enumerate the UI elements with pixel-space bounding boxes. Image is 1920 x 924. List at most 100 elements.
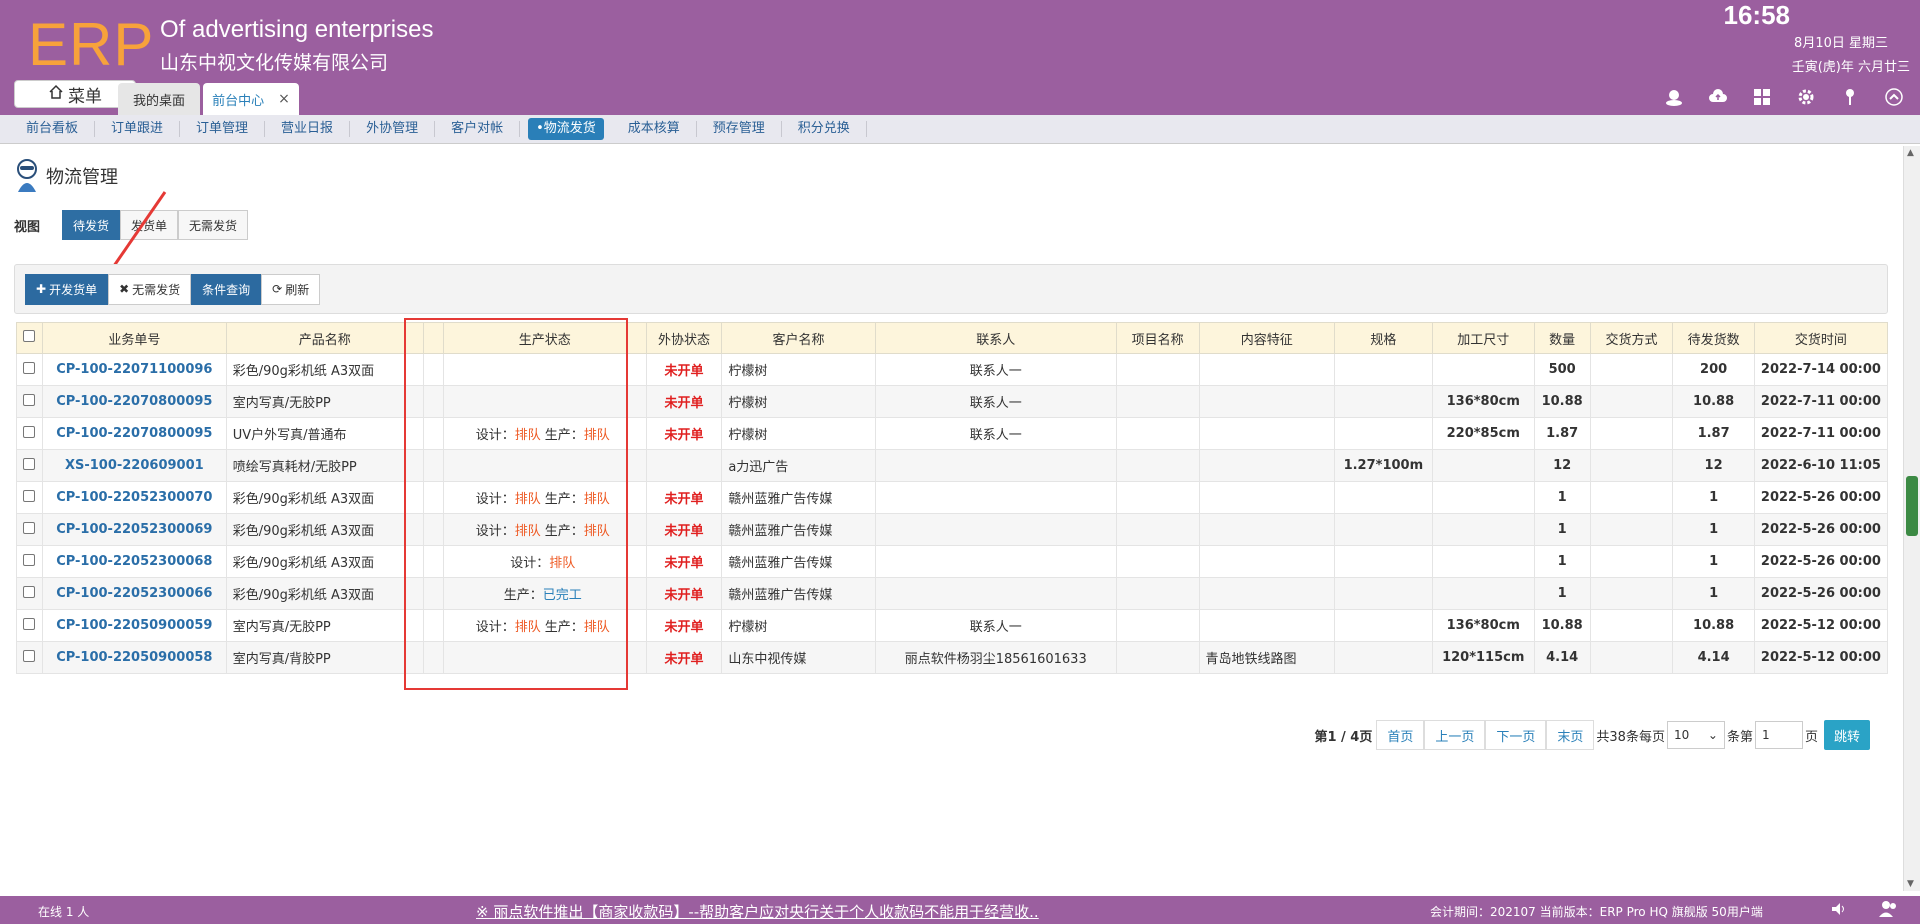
- row-checkbox[interactable]: [16, 353, 43, 386]
- delivery-method-cell: [1589, 641, 1674, 674]
- col-production-status[interactable]: 生产状态: [442, 322, 647, 354]
- order-no-cell[interactable]: CP-100-22050900059: [41, 609, 227, 642]
- row-checkbox[interactable]: [16, 545, 43, 578]
- scroll-up-icon[interactable]: ▲: [1907, 148, 1914, 158]
- first-page-button[interactable]: 首页: [1376, 720, 1425, 750]
- table-row[interactable]: CP-100-22050900059 室内写真/无胶PP 设计：排队 生产：排队 未开单…: [16, 609, 1889, 642]
- row-checkbox[interactable]: [16, 609, 43, 642]
- col-outsource-status[interactable]: 外协状态: [645, 322, 723, 354]
- size-cell: [1431, 353, 1535, 386]
- table-row[interactable]: CP-100-22070800095 UV户外写真/普通布 设计：排队 生产：排队 未开…: [16, 417, 1889, 450]
- nav-item-order-follow[interactable]: 订单跟进: [95, 121, 181, 137]
- user-icon[interactable]: [1660, 86, 1688, 108]
- cloud-upload-icon[interactable]: [1704, 86, 1732, 108]
- vertical-scrollbar[interactable]: ▲ ▼: [1903, 146, 1920, 891]
- nav-item-prepaid[interactable]: 预存管理: [697, 121, 782, 137]
- query-button[interactable]: 条件查询: [191, 273, 262, 305]
- notice-link[interactable]: ※ 丽点软件推出【商家收款码】--帮助客户应对央行关于个人收款码不能用于经营收.…: [476, 901, 1039, 922]
- refresh-icon: ⟳: [272, 282, 283, 296]
- delivery-time-cell: 2022-5-26 00:00: [1753, 481, 1889, 514]
- order-no-cell[interactable]: CP-100-22052300069: [41, 513, 227, 546]
- users-icon[interactable]: [1878, 900, 1900, 921]
- col-delivery-method[interactable]: 交货方式: [1589, 322, 1674, 354]
- col-qty[interactable]: 数量: [1533, 322, 1591, 354]
- scroll-down-icon[interactable]: ▼: [1907, 879, 1914, 889]
- goto-button[interactable]: 跳转: [1823, 720, 1870, 750]
- row-checkbox[interactable]: [16, 417, 43, 450]
- table-row[interactable]: CP-100-22052300068 彩色/90g彩机纸 A3双面 设计：排队 未开单…: [16, 545, 1889, 578]
- qty-cell: 500: [1533, 353, 1591, 386]
- table-row[interactable]: CP-100-22050900058 室内写真/背胶PP 未开单 山东中视传媒 丽点软件…: [16, 641, 1889, 674]
- col-content[interactable]: 内容特征: [1198, 322, 1335, 354]
- last-page-button[interactable]: 末页: [1546, 720, 1595, 750]
- new-shipment-button[interactable]: ✚ 开发货单: [25, 273, 109, 305]
- qty-cell: 10.88: [1533, 385, 1591, 418]
- key-icon[interactable]: [1836, 86, 1864, 108]
- contact-cell: [874, 449, 1117, 482]
- col-pending-qty[interactable]: 待发货数: [1672, 322, 1755, 354]
- row-checkbox[interactable]: [16, 641, 43, 674]
- next-page-button[interactable]: 下一页: [1485, 720, 1547, 750]
- col-delivery-time[interactable]: 交货时间: [1753, 322, 1889, 354]
- per-page-select[interactable]: 10 ⌄: [1666, 721, 1725, 749]
- order-no-cell[interactable]: CP-100-22052300066: [41, 577, 227, 610]
- goto-page-input[interactable]: 1: [1754, 721, 1803, 749]
- chevron-down-icon: ⌄: [1707, 728, 1718, 742]
- content-cell: 青岛地铁线路图: [1198, 641, 1335, 674]
- table-row[interactable]: CP-100-22052300070 彩色/90g彩机纸 A3双面 设计：排队 生产：…: [16, 481, 1889, 514]
- table-row[interactable]: XS-100-220609001 喷绘写真耗材/无胶PP a力迅广告 1.27*100…: [16, 449, 1889, 482]
- table-row[interactable]: CP-100-22070800095 室内写真/无胶PP 未开单 柠檬树 联系人一 136…: [16, 385, 1889, 418]
- nav-item-cost[interactable]: 成本核算: [612, 121, 697, 137]
- nav-item-order-manage[interactable]: 订单管理: [180, 121, 266, 137]
- online-count: 在线 1 人: [38, 905, 90, 919]
- nav-item-dashboard[interactable]: 前台看板: [10, 121, 96, 137]
- row-checkbox[interactable]: [16, 513, 43, 546]
- view-no-shipment[interactable]: 无需发货: [178, 210, 249, 240]
- content-cell: [1198, 545, 1335, 578]
- table-row[interactable]: CP-100-22052300066 彩色/90g彩机纸 A3双面 生产：已完工 未开…: [16, 577, 1889, 610]
- production-status-cell: 设计：排队: [442, 545, 647, 578]
- grid-icon[interactable]: [1748, 86, 1776, 108]
- close-icon[interactable]: ×: [278, 91, 290, 107]
- nav-item-points[interactable]: 积分兑换: [782, 121, 867, 137]
- nav-item-reconciliation[interactable]: 客户对帐: [435, 121, 521, 137]
- contact-cell: 丽点软件杨羽尘18561601633: [874, 641, 1117, 674]
- no-shipment-button[interactable]: ✖ 无需发货: [108, 273, 192, 305]
- col-order-no[interactable]: 业务单号: [41, 322, 227, 354]
- nav-item-daily-report[interactable]: 营业日报: [265, 121, 351, 137]
- order-no-cell[interactable]: CP-100-22070800095: [41, 417, 227, 450]
- col-project[interactable]: 项目名称: [1115, 322, 1200, 354]
- order-no-cell[interactable]: CP-100-22052300070: [41, 481, 227, 514]
- col-customer[interactable]: 客户名称: [721, 322, 876, 354]
- row-checkbox[interactable]: [16, 449, 43, 482]
- tab-my-desktop[interactable]: 我的桌面: [118, 83, 200, 115]
- row-checkbox[interactable]: [16, 577, 43, 610]
- col-contact[interactable]: 联系人: [874, 322, 1117, 354]
- refresh-button[interactable]: ⟳ 刷新: [261, 273, 321, 305]
- select-all-checkbox[interactable]: [16, 322, 43, 354]
- gear-icon[interactable]: [1792, 86, 1820, 108]
- order-no-cell[interactable]: CP-100-22052300068: [41, 545, 227, 578]
- row-checkbox[interactable]: [16, 481, 43, 514]
- order-no-cell[interactable]: XS-100-220609001: [41, 449, 227, 482]
- nav-item-outsourcing[interactable]: 外协管理: [350, 121, 436, 137]
- home-icon: [48, 84, 64, 105]
- col-size[interactable]: 加工尺寸: [1431, 322, 1535, 354]
- col-spec[interactable]: 规格: [1333, 322, 1433, 354]
- table-row[interactable]: CP-100-22071100096 彩色/90g彩机纸 A3双面 未开单 柠檬树 联系…: [16, 353, 1889, 386]
- prev-page-button[interactable]: 上一页: [1424, 720, 1486, 750]
- order-no-cell[interactable]: CP-100-22050900058: [41, 641, 227, 674]
- scroll-thumb[interactable]: [1906, 476, 1918, 536]
- pending-qty-cell: 10.88: [1672, 385, 1755, 418]
- nav-item-logistics[interactable]: •物流发货: [528, 118, 604, 140]
- order-no-cell[interactable]: CP-100-22070800095: [41, 385, 227, 418]
- order-no-cell[interactable]: CP-100-22071100096: [41, 353, 227, 386]
- status-value: 排队: [549, 556, 576, 571]
- row-checkbox[interactable]: [16, 385, 43, 418]
- speaker-icon[interactable]: [1830, 900, 1848, 921]
- table-row[interactable]: CP-100-22052300069 彩色/90g彩机纸 A3双面 设计：排队 生产：…: [16, 513, 1889, 546]
- col-product[interactable]: 产品名称: [225, 322, 424, 354]
- collapse-up-icon[interactable]: [1880, 86, 1908, 108]
- status-label: 生产：: [503, 588, 543, 603]
- tab-front-center[interactable]: 前台中心 ×: [203, 83, 299, 115]
